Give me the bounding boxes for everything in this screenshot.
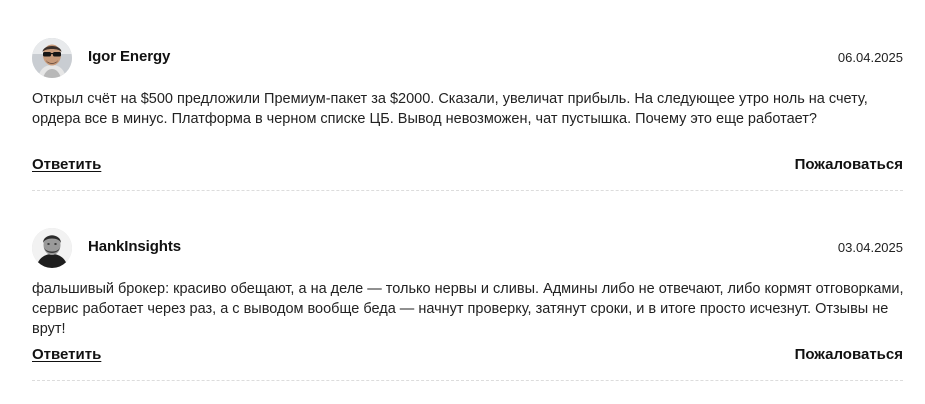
reply-button[interactable]: Ответить (32, 346, 101, 363)
comment-text: Открыл счёт на $500 предложили Премиум-п… (32, 91, 868, 127)
comments-list: Igor Energy 06.04.2025 Открыл счёт на $5… (32, 0, 904, 381)
reply-button[interactable]: Ответить (32, 156, 101, 173)
comment-date: 03.04.2025 (837, 240, 903, 255)
comment-date: 06.04.2025 (837, 50, 903, 65)
comment-author: Igor Energy (88, 48, 171, 65)
report-button[interactable]: Пожаловаться (795, 346, 903, 363)
comment-divider (32, 380, 903, 381)
comment-item: Igor Energy 06.04.2025 Открыл счёт на $5… (32, 0, 903, 191)
comment-actions: Ответить Пожаловаться (32, 346, 903, 368)
user-avatar-sunglasses-icon (32, 38, 72, 78)
comment-header: HankInsights 03.04.2025 (32, 227, 903, 269)
comment-author: HankInsights (88, 238, 181, 255)
avatar (32, 228, 72, 268)
comment-text: фальшивый брокер: красиво обещают, а на … (32, 281, 904, 337)
user-avatar-bw-portrait-icon (32, 228, 72, 268)
comment-item: HankInsights 03.04.2025 фальшивый брокер… (32, 190, 904, 381)
report-button[interactable]: Пожаловаться (795, 156, 903, 173)
avatar (32, 38, 72, 78)
comment-header: Igor Energy 06.04.2025 (32, 37, 903, 79)
comment-actions: Ответить Пожаловаться (32, 156, 903, 178)
